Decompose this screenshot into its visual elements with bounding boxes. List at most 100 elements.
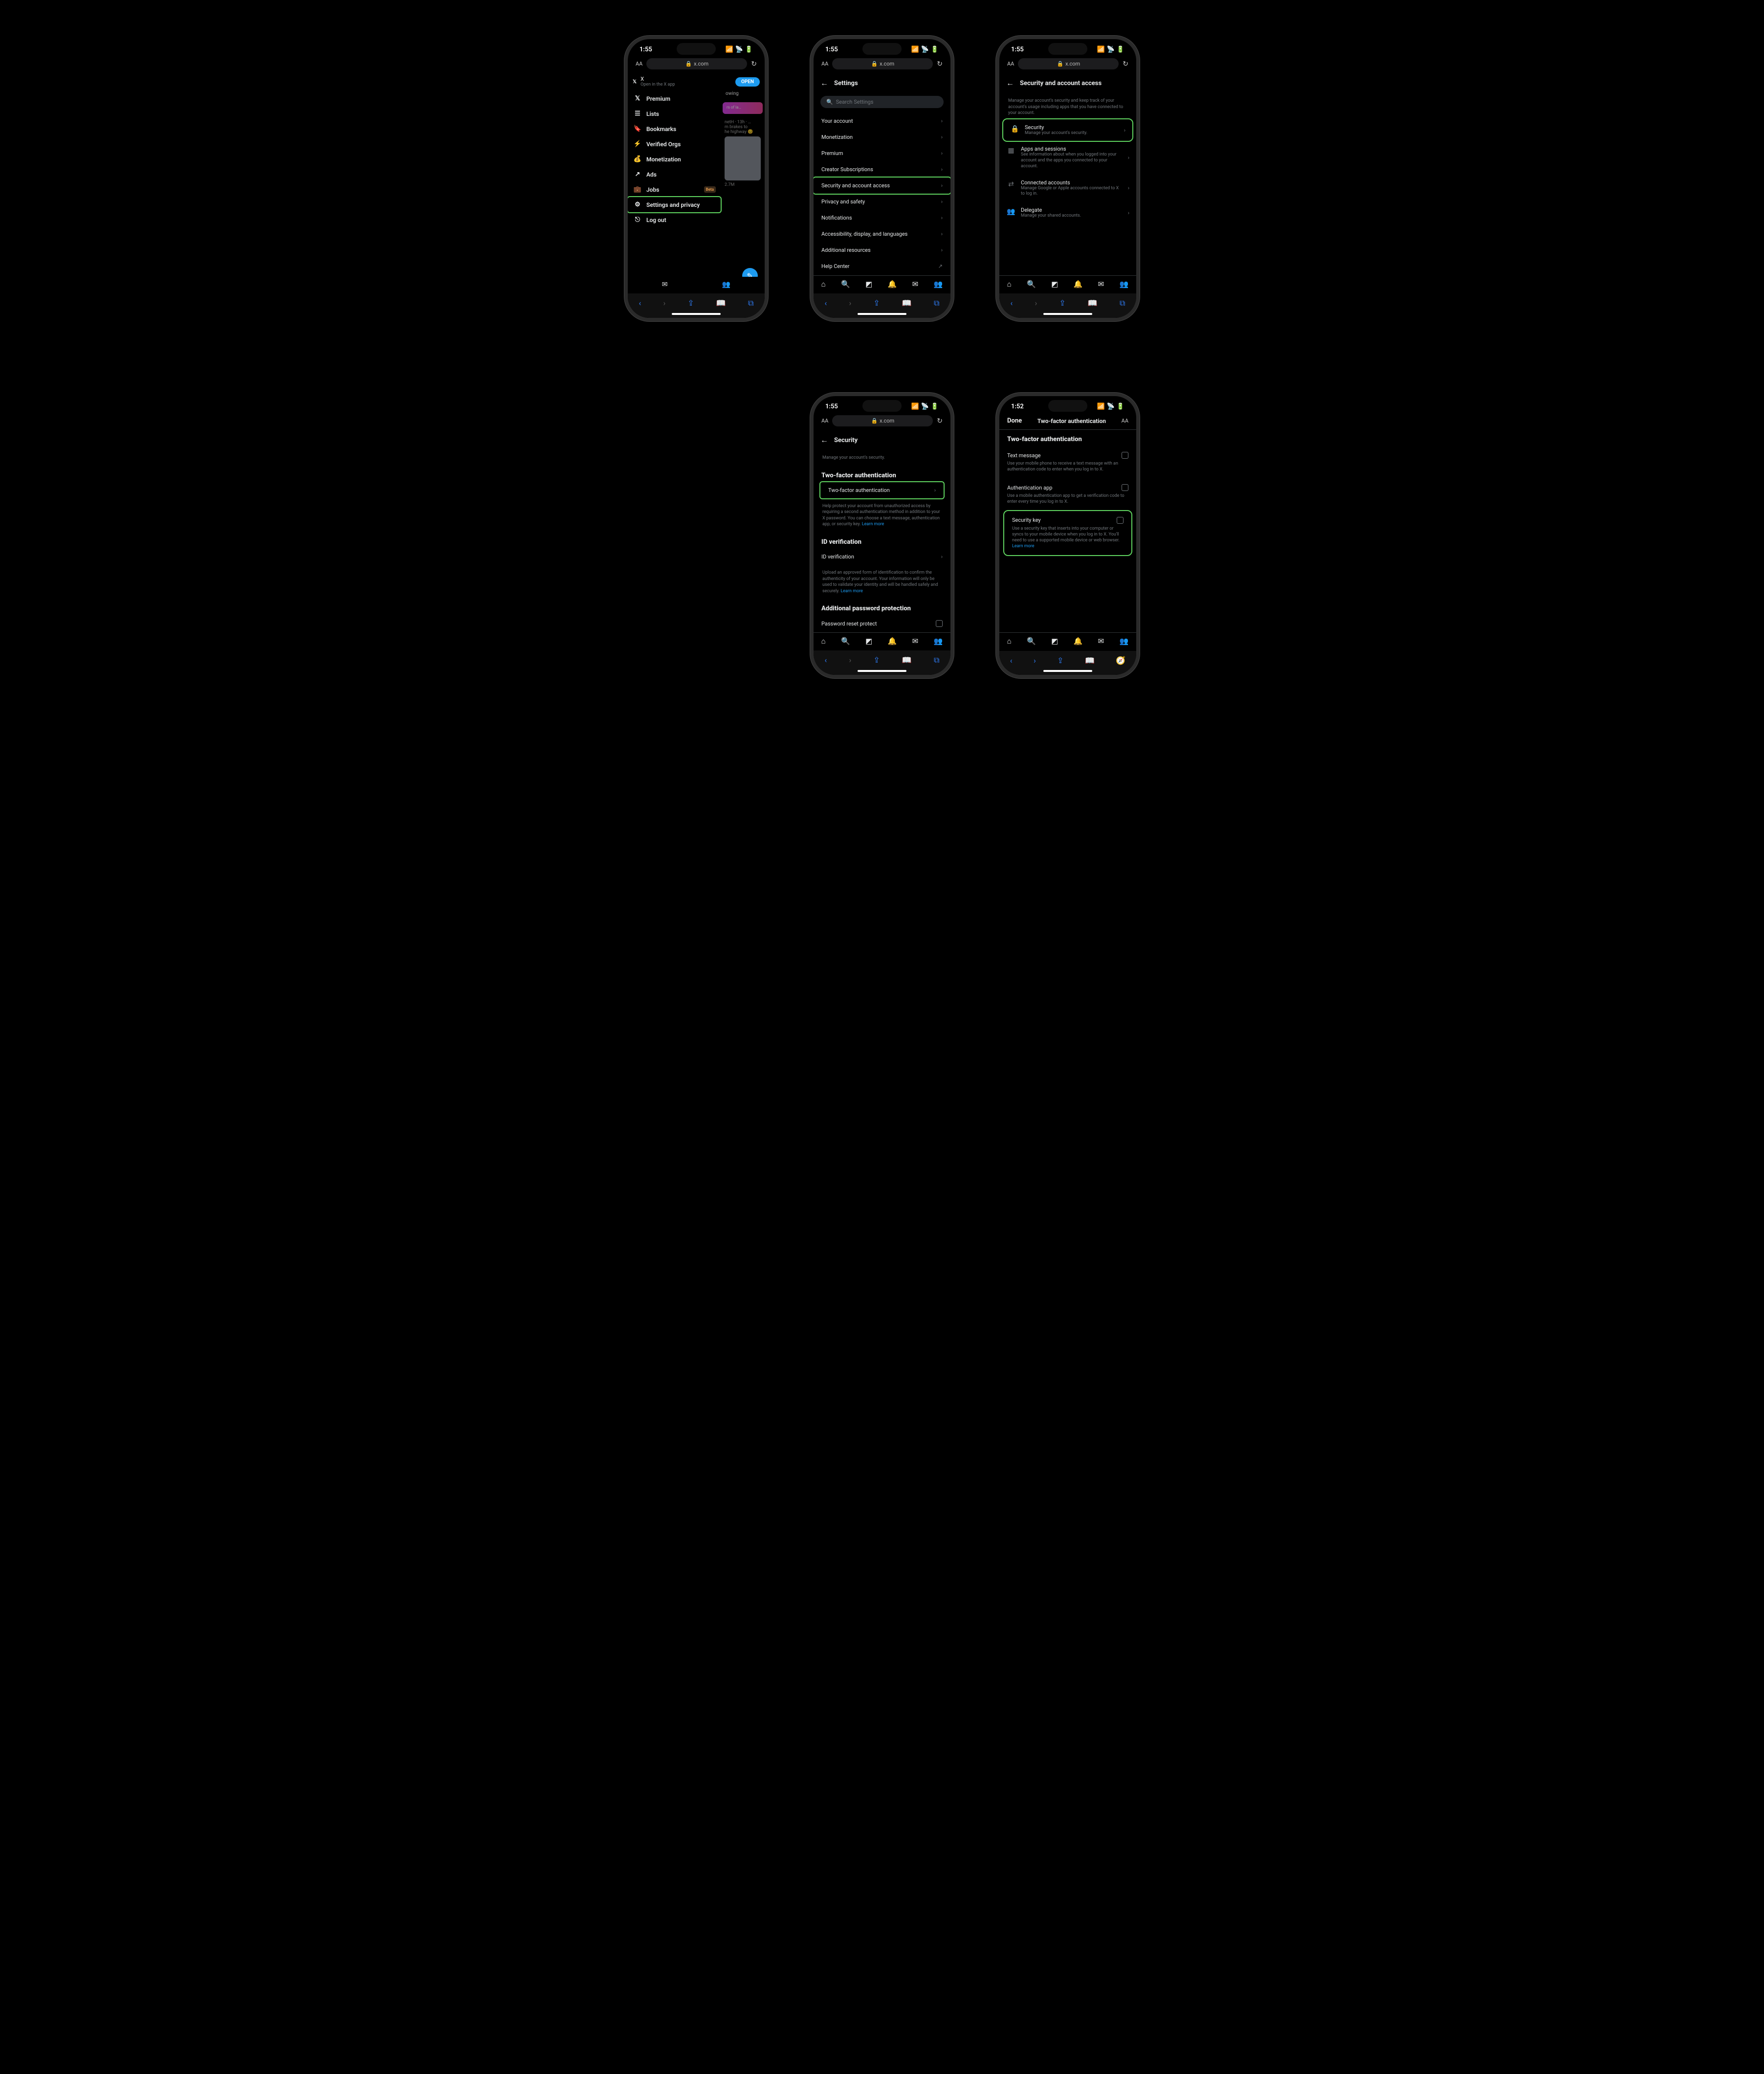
back-button[interactable]: ‹ bbox=[1010, 656, 1013, 665]
bell-icon[interactable]: 🔔 bbox=[888, 280, 897, 289]
row-delegate[interactable]: 👥 DelegateManage your shared accounts. › bbox=[999, 202, 1136, 224]
share-button[interactable]: ⇪ bbox=[1057, 656, 1063, 665]
home-icon[interactable]: ⌂ bbox=[1007, 637, 1012, 646]
open-app-button[interactable]: OPEN bbox=[735, 77, 760, 87]
row-security-access[interactable]: Security and account access› bbox=[814, 178, 950, 194]
reload-button[interactable]: ↻ bbox=[937, 417, 943, 425]
checkbox[interactable] bbox=[936, 620, 943, 627]
row-additional-resources[interactable]: Additional resources› bbox=[814, 242, 950, 258]
home-icon[interactable]: ⌂ bbox=[821, 280, 826, 289]
search-icon[interactable]: 🔍 bbox=[1027, 280, 1036, 289]
mail-icon[interactable]: ✉ bbox=[1098, 280, 1104, 289]
bell-icon[interactable]: 🔔 bbox=[1074, 280, 1083, 289]
forward-button[interactable]: › bbox=[663, 298, 665, 308]
forward-button[interactable]: › bbox=[849, 655, 851, 665]
home-icon[interactable]: ⌂ bbox=[821, 637, 826, 646]
forward-button[interactable]: › bbox=[1035, 298, 1037, 308]
back-button[interactable]: ‹ bbox=[1011, 298, 1013, 308]
row-security[interactable]: 🔒 SecurityManage your account's security… bbox=[1003, 119, 1132, 141]
back-button[interactable]: ‹ bbox=[825, 298, 827, 308]
search-icon[interactable]: 🔍 bbox=[841, 637, 850, 646]
back-arrow-icon[interactable]: ← bbox=[1006, 78, 1014, 88]
text-size-button[interactable]: AA bbox=[1007, 61, 1014, 67]
row-2fa[interactable]: Two-factor authentication › bbox=[820, 482, 944, 498]
menu-ads[interactable]: ↗Ads bbox=[628, 167, 721, 182]
grok-icon[interactable]: ◩ bbox=[865, 280, 872, 289]
home-icon[interactable]: ⌂ bbox=[1007, 280, 1012, 289]
row-accessibility[interactable]: Accessibility, display, and languages› bbox=[814, 226, 950, 242]
share-button[interactable]: ⇪ bbox=[1059, 298, 1065, 308]
back-arrow-icon[interactable]: ← bbox=[820, 78, 828, 88]
address-bar[interactable]: 🔒 x.com bbox=[646, 58, 747, 69]
learn-more-link[interactable]: Learn more bbox=[862, 522, 884, 527]
grok-icon[interactable]: ◩ bbox=[1051, 637, 1058, 646]
bookmarks-button[interactable]: 📖 bbox=[716, 298, 726, 308]
search-icon[interactable]: 🔍 bbox=[841, 280, 850, 289]
tabs-button[interactable]: ⧉ bbox=[934, 298, 939, 308]
row-notifications[interactable]: Notifications› bbox=[814, 210, 950, 226]
row-monetization[interactable]: Monetization› bbox=[814, 129, 950, 145]
share-button[interactable]: ⇪ bbox=[687, 298, 694, 308]
option-text-message[interactable]: Text message Use your mobile phone to re… bbox=[999, 446, 1136, 478]
communities-icon[interactable]: 👥 bbox=[1120, 637, 1129, 646]
menu-premium[interactable]: 𝕏Premium bbox=[628, 91, 721, 106]
menu-settings-privacy[interactable]: ⚙Settings and privacy bbox=[628, 197, 721, 212]
tabs-button[interactable]: ⧉ bbox=[934, 655, 939, 665]
grok-icon[interactable]: ◩ bbox=[1051, 280, 1058, 289]
bookmarks-button[interactable]: 📖 bbox=[902, 655, 912, 665]
mail-icon[interactable]: ✉ bbox=[1098, 637, 1104, 646]
text-size-button[interactable]: AA bbox=[821, 418, 828, 424]
learn-more-link[interactable]: Learn more bbox=[840, 589, 863, 594]
communities-icon[interactable]: 👥 bbox=[1120, 280, 1129, 289]
option-security-key[interactable]: Security key Use a security key that ins… bbox=[1004, 511, 1131, 556]
menu-verified-orgs[interactable]: ⚡Verified Orgs bbox=[628, 136, 721, 152]
bookmarks-button[interactable]: 📖 bbox=[902, 298, 912, 308]
communities-icon[interactable]: 👥 bbox=[934, 280, 943, 289]
row-apps-sessions[interactable]: ▦ Apps and sessionsSee information about… bbox=[999, 141, 1136, 174]
row-id-verification[interactable]: ID verification › bbox=[814, 549, 950, 565]
bell-icon[interactable]: 🔔 bbox=[1074, 637, 1083, 646]
reload-button[interactable]: ↻ bbox=[1123, 60, 1128, 68]
row-privacy-safety[interactable]: Privacy and safety› bbox=[814, 194, 950, 210]
reload-button[interactable]: ↻ bbox=[937, 60, 943, 68]
menu-monetization[interactable]: 💰Monetization bbox=[628, 152, 721, 167]
row-help-center[interactable]: Help Center↗ bbox=[814, 258, 950, 274]
checkbox[interactable] bbox=[1122, 452, 1128, 459]
back-button[interactable]: ‹ bbox=[825, 655, 827, 665]
row-premium[interactable]: Premium› bbox=[814, 145, 950, 161]
bookmarks-button[interactable]: 📖 bbox=[1088, 298, 1098, 308]
address-bar[interactable]: 🔒x.com bbox=[1018, 58, 1119, 69]
text-size-button[interactable]: AA bbox=[821, 61, 828, 67]
search-settings-input[interactable]: 🔍 Search Settings bbox=[820, 96, 944, 108]
share-button[interactable]: ⇪ bbox=[873, 655, 880, 665]
search-icon[interactable]: 🔍 bbox=[1027, 637, 1036, 646]
address-bar[interactable]: 🔒x.com bbox=[832, 415, 933, 426]
checkbox[interactable] bbox=[1122, 484, 1128, 491]
bell-icon[interactable]: 🔔 bbox=[888, 637, 897, 646]
mail-icon[interactable]: ✉ bbox=[912, 637, 919, 646]
communities-icon[interactable]: 👥 bbox=[934, 637, 943, 646]
text-size-button[interactable]: AA bbox=[1122, 418, 1128, 424]
row-connected-accounts[interactable]: ⇄ Connected accountsManage Google or App… bbox=[999, 175, 1136, 202]
menu-bookmarks[interactable]: 🔖Bookmarks bbox=[628, 121, 721, 136]
tabs-button[interactable]: ⧉ bbox=[748, 298, 753, 308]
option-auth-app[interactable]: Authentication app Use a mobile authenti… bbox=[999, 478, 1136, 511]
tabs-button[interactable]: ⧉ bbox=[1120, 298, 1125, 308]
mail-icon[interactable]: ✉ bbox=[912, 280, 919, 289]
row-your-account[interactable]: Your account› bbox=[814, 113, 950, 129]
menu-jobs[interactable]: 💼JobsBeta bbox=[628, 182, 721, 197]
forward-button[interactable]: › bbox=[849, 298, 851, 308]
bookmarks-button[interactable]: 📖 bbox=[1085, 656, 1095, 665]
done-button[interactable]: Done bbox=[1007, 417, 1022, 424]
address-bar[interactable]: 🔒x.com bbox=[832, 58, 933, 69]
share-button[interactable]: ⇪ bbox=[873, 298, 880, 308]
mail-icon[interactable]: ✉ bbox=[662, 281, 668, 289]
back-arrow-icon[interactable]: ← bbox=[820, 435, 828, 445]
row-creator-subscriptions[interactable]: Creator Subscriptions› bbox=[814, 161, 950, 178]
menu-lists[interactable]: ☰Lists bbox=[628, 106, 721, 121]
people-icon[interactable]: 👥 bbox=[722, 281, 730, 289]
learn-more-link[interactable]: Learn more bbox=[1012, 544, 1035, 549]
grok-icon[interactable]: ◩ bbox=[865, 637, 872, 646]
back-button[interactable]: ‹ bbox=[639, 298, 641, 308]
tabs-safari-button[interactable]: 🧭 bbox=[1116, 656, 1125, 665]
